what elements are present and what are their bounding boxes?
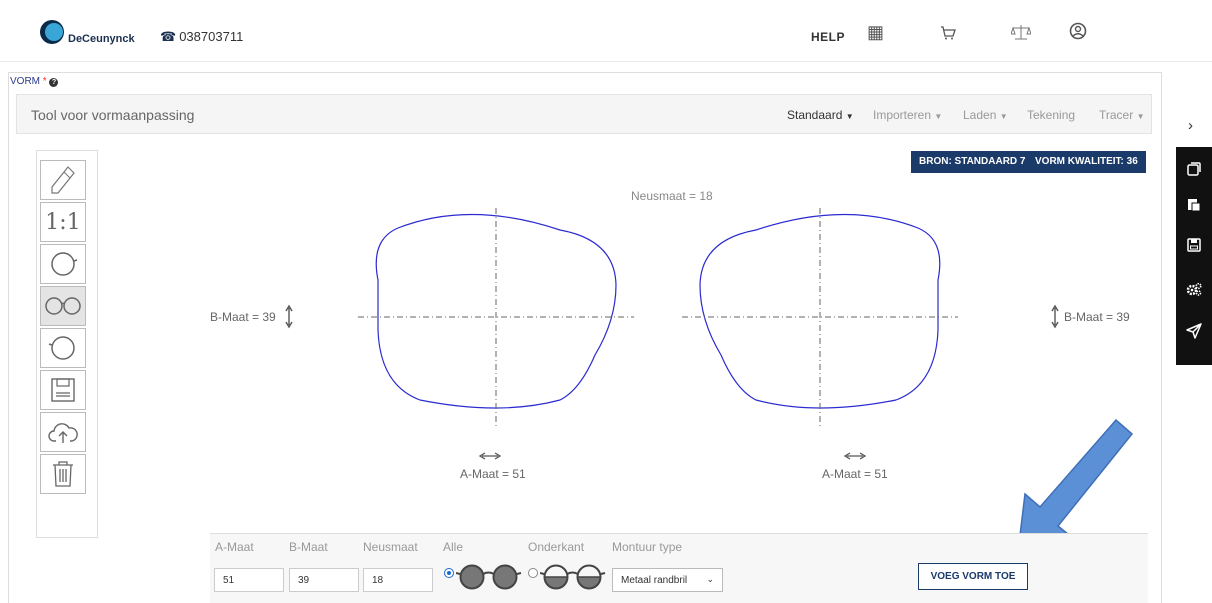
b-maat-left-label: B-Maat = 39 (210, 310, 276, 324)
a-maat-left-label: A-Maat = 51 (460, 467, 526, 481)
horizontal-arrow-icon (478, 452, 502, 460)
half-rim-icon (540, 564, 606, 590)
expand-chevron-icon[interactable]: › (1188, 117, 1193, 134)
onderkant-radio[interactable] (528, 568, 538, 578)
lens-shape-canvas[interactable] (0, 0, 1212, 603)
a-maat-field-label: A-Maat (215, 540, 254, 554)
send-icon[interactable] (1176, 313, 1212, 349)
b-maat-right-label: B-Maat = 39 (1064, 310, 1130, 324)
chevron-down-icon: ⌄ (706, 574, 714, 584)
copy-icon[interactable] (1176, 151, 1212, 187)
cogs-icon[interactable] (1176, 271, 1212, 307)
onderkant-label: Onderkant (528, 540, 585, 554)
neusmaat-label: Neusmaat = 18 (631, 189, 713, 203)
right-action-bar (1176, 147, 1212, 365)
save-icon[interactable] (1176, 227, 1212, 263)
paste-icon[interactable] (1176, 187, 1212, 223)
montuur-type-label: Montuur type (612, 540, 683, 554)
montuur-type-select[interactable]: Metaal randbril ⌄ (612, 568, 723, 592)
full-rim-icon (456, 564, 522, 590)
neusmaat-field-label: Neusmaat (363, 540, 418, 554)
a-maat-right-label: A-Maat = 51 (822, 467, 888, 481)
montuur-type-value: Metaal randbril (621, 575, 688, 586)
alle-label: Alle (443, 540, 464, 554)
a-maat-input[interactable]: 51 (214, 568, 284, 592)
alle-radio[interactable] (444, 568, 454, 578)
b-maat-input[interactable]: 39 (289, 568, 359, 592)
vertical-arrow-icon (1051, 304, 1059, 329)
neusmaat-input[interactable]: 18 (363, 568, 433, 592)
horizontal-arrow-icon (843, 452, 867, 460)
add-shape-button[interactable]: VOEG VORM TOE (918, 563, 1028, 590)
vertical-arrow-icon (285, 304, 293, 329)
b-maat-field-label: B-Maat (289, 540, 328, 554)
